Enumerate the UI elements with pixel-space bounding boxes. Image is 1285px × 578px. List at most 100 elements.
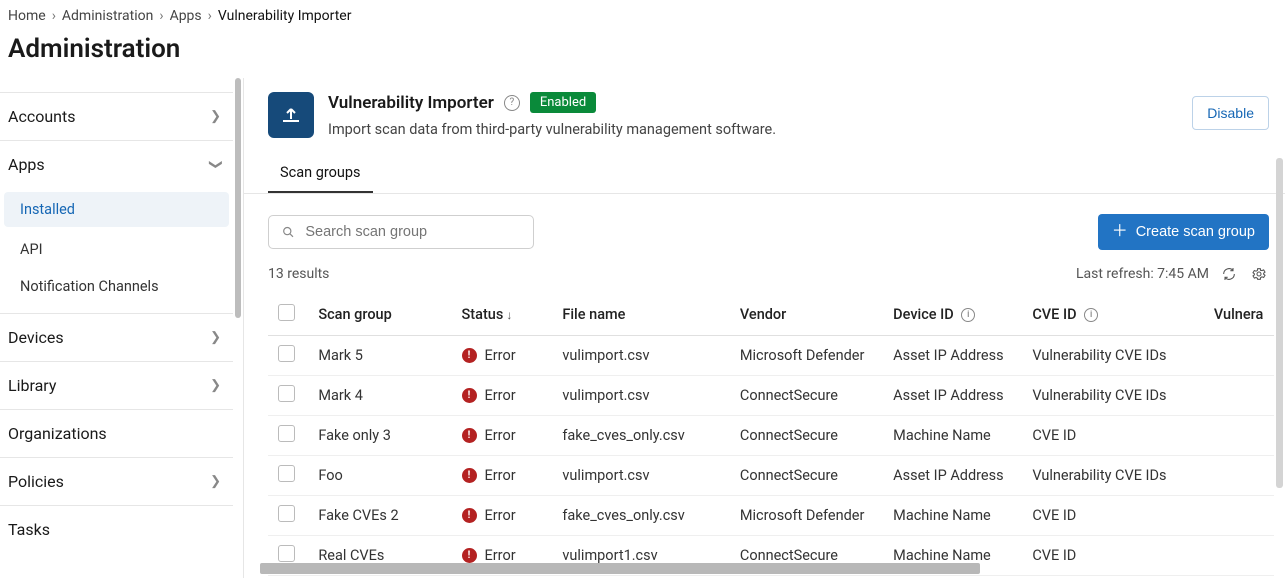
cell-file-name: vulimport.csv <box>552 456 730 496</box>
chevron-right-icon: ❯ <box>210 474 221 489</box>
cell-vulnerability <box>1204 376 1274 416</box>
refresh-button[interactable] <box>1219 264 1239 284</box>
create-button-label: Create scan group <box>1136 224 1255 240</box>
horizontal-scrollbar[interactable] <box>260 563 1265 574</box>
sidebar-item-apps[interactable]: Apps ❯ <box>0 141 233 188</box>
column-scan-group[interactable]: Scan group <box>308 294 451 336</box>
tab-scan-groups[interactable]: Scan groups <box>268 156 373 193</box>
search-input[interactable] <box>305 224 521 240</box>
table-header-row: Scan group Status↓ File name Vendor Devi… <box>268 294 1274 336</box>
sidebar-item-organizations[interactable]: Organizations <box>0 410 233 458</box>
sidebar-label: Devices <box>8 328 64 347</box>
refresh-icon <box>1221 266 1237 282</box>
chevron-right-icon: ❯ <box>210 378 221 393</box>
info-icon[interactable]: ? <box>504 95 520 111</box>
table-row[interactable]: Mark 5!Errorvulimport.csvMicrosoft Defen… <box>268 336 1274 376</box>
cell-cve-id: CVE ID <box>1022 496 1204 536</box>
cell-cve-id: Vulnerability CVE IDs <box>1022 336 1204 376</box>
cell-vendor: ConnectSecure <box>730 416 883 456</box>
scrollbar-thumb[interactable] <box>235 78 241 318</box>
cell-vendor: ConnectSecure <box>730 456 883 496</box>
sidebar-item-general[interactable]: General ❯ <box>0 78 233 93</box>
column-vendor[interactable]: Vendor <box>730 294 883 336</box>
cell-scan-group: Fake only 3 <box>308 416 451 456</box>
scan-groups-table: Scan group Status↓ File name Vendor Devi… <box>268 294 1274 578</box>
last-refresh-label: Last refresh: 7:45 AM <box>1076 266 1209 282</box>
sidebar-item-tasks[interactable]: Tasks <box>0 506 233 553</box>
info-icon[interactable]: i <box>1084 308 1098 322</box>
sidebar-item-devices[interactable]: Devices ❯ <box>0 314 233 362</box>
chevron-right-icon: › <box>208 8 212 24</box>
column-vulnerability[interactable]: Vulnera <box>1204 294 1274 336</box>
column-device-id-label: Device ID <box>893 306 954 323</box>
breadcrumb-apps[interactable]: Apps <box>170 8 202 24</box>
app-title: Vulnerability Importer <box>328 93 494 113</box>
cell-status: !Error <box>452 416 553 456</box>
cell-scan-group: Foo <box>308 456 451 496</box>
column-status[interactable]: Status↓ <box>452 294 553 336</box>
chevron-right-icon: › <box>52 8 56 24</box>
row-checkbox[interactable] <box>278 465 295 482</box>
search-input-wrapper[interactable] <box>268 215 534 249</box>
column-device-id[interactable]: Device ID i <box>883 294 1022 336</box>
cell-file-name: vulimport.csv <box>552 336 730 376</box>
cell-scan-group: Fake CVEs 2 <box>308 496 451 536</box>
column-status-label: Status <box>462 306 504 323</box>
sidebar-label: Organizations <box>8 424 107 443</box>
row-checkbox[interactable] <box>278 505 295 522</box>
table-row[interactable]: Mark 4!Errorvulimport.csvConnectSecureAs… <box>268 376 1274 416</box>
sidebar-label: Library <box>8 376 56 395</box>
select-all-checkbox[interactable] <box>278 304 295 321</box>
error-icon: ! <box>462 388 477 403</box>
cell-vulnerability <box>1204 496 1274 536</box>
table-row[interactable]: Fake CVEs 2!Errorfake_cves_only.csvMicro… <box>268 496 1274 536</box>
sidebar-label: Accounts <box>8 107 75 126</box>
error-icon: ! <box>462 548 477 563</box>
chevron-right-icon: › <box>159 8 163 24</box>
error-icon: ! <box>462 348 477 363</box>
row-checkbox[interactable] <box>278 385 295 402</box>
row-checkbox[interactable] <box>278 545 295 562</box>
breadcrumb-current: Vulnerability Importer <box>218 8 352 24</box>
cell-file-name: fake_cves_only.csv <box>552 416 730 456</box>
gear-icon <box>1251 266 1267 282</box>
breadcrumb-home[interactable]: Home <box>8 8 46 24</box>
settings-button[interactable] <box>1249 264 1269 284</box>
status-badge: Enabled <box>530 92 596 113</box>
error-icon: ! <box>462 428 477 443</box>
sidebar-item-library[interactable]: Library ❯ <box>0 362 233 410</box>
cell-cve-id: Vulnerability CVE IDs <box>1022 456 1204 496</box>
row-checkbox[interactable] <box>278 345 295 362</box>
cell-status: !Error <box>452 456 553 496</box>
cell-vulnerability <box>1204 416 1274 456</box>
cell-device-id: Asset IP Address <box>883 376 1022 416</box>
breadcrumb-admin[interactable]: Administration <box>62 8 153 24</box>
scrollbar-thumb[interactable] <box>260 563 980 574</box>
upload-icon <box>268 92 314 138</box>
column-cve-id[interactable]: CVE ID i <box>1022 294 1204 336</box>
cell-vulnerability <box>1204 456 1274 496</box>
sidebar-item-notification-channels[interactable]: Notification Channels <box>0 268 233 305</box>
cell-device-id: Asset IP Address <box>883 456 1022 496</box>
cell-status: !Error <box>452 496 553 536</box>
chevron-right-icon: ❯ <box>210 330 221 345</box>
chevron-down-icon: ❯ <box>208 159 223 170</box>
cell-device-id: Machine Name <box>883 496 1022 536</box>
info-icon[interactable]: i <box>961 308 975 322</box>
sidebar-item-installed[interactable]: Installed <box>4 192 229 227</box>
sidebar-item-accounts[interactable]: Accounts ❯ <box>0 93 233 141</box>
column-file-name[interactable]: File name <box>552 294 730 336</box>
cell-file-name: fake_cves_only.csv <box>552 496 730 536</box>
cell-device-id: Machine Name <box>883 416 1022 456</box>
sidebar-item-api[interactable]: API <box>0 231 233 268</box>
cell-vulnerability <box>1204 336 1274 376</box>
error-icon: ! <box>462 508 477 523</box>
create-scan-group-button[interactable]: ＋ Create scan group <box>1098 214 1269 250</box>
row-checkbox[interactable] <box>278 425 295 442</box>
plus-icon: ＋ <box>1112 224 1128 240</box>
page-title: Administration <box>0 28 1285 78</box>
sidebar-item-policies[interactable]: Policies ❯ <box>0 458 233 506</box>
column-cve-id-label: CVE ID <box>1032 306 1076 323</box>
table-row[interactable]: Fake only 3!Errorfake_cves_only.csvConne… <box>268 416 1274 456</box>
table-row[interactable]: Foo!Errorvulimport.csvConnectSecureAsset… <box>268 456 1274 496</box>
